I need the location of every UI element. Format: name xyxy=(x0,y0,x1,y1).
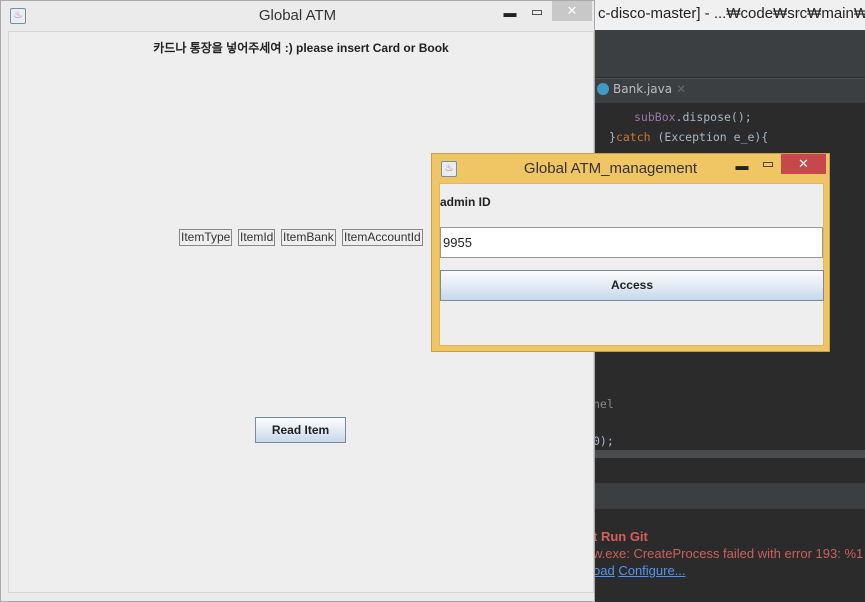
code-fragment: nel xyxy=(593,397,614,411)
dialog-panel: admin ID 9955 Access xyxy=(439,183,824,346)
class-icon xyxy=(597,83,609,95)
ide-panel-header xyxy=(593,483,865,509)
item-bank-label: ItemBank xyxy=(281,229,336,246)
access-button[interactable]: Access xyxy=(440,270,824,301)
close-button[interactable]: ✕ xyxy=(781,154,826,174)
maximize-button[interactable]: ▭ xyxy=(525,4,549,20)
insert-prompt: 카드나 통장을 넣어주세여 :) please insert Card or B… xyxy=(153,41,449,55)
title-bar: ♨ Global ATM ▬ ▭ ✕ xyxy=(1,1,594,31)
code-line: }catch (Exception e_e){ xyxy=(593,130,768,144)
load-link[interactable]: oad xyxy=(593,563,615,578)
error-message: w.exe: CreateProcess failed with error 1… xyxy=(593,546,864,561)
close-button[interactable]: ✕ xyxy=(552,1,592,21)
minimize-button[interactable]: ▬ xyxy=(732,158,752,173)
code-fragment: 0); xyxy=(593,434,614,448)
minimize-button[interactable]: ▬ xyxy=(499,5,521,20)
close-tab-icon[interactable]: ✕ xyxy=(676,82,686,96)
admin-id-label: admin ID xyxy=(440,195,491,209)
maximize-button[interactable]: ▭ xyxy=(757,156,779,172)
ide-toolbar xyxy=(593,30,865,78)
tab-label: Bank.java xyxy=(613,82,673,96)
tab-bank-java[interactable]: Bank.java ✕ xyxy=(597,82,686,96)
code-line: subBox.dispose(); xyxy=(593,110,752,124)
ide-title: c-disco-master] - ...₩code₩src₩main₩ja xyxy=(593,0,865,30)
item-type-label: ItemType xyxy=(179,229,233,246)
ide-tab-bar: Bank.java ✕ xyxy=(593,78,865,103)
item-id-label: ItemId xyxy=(238,229,276,246)
code-token: catch xyxy=(615,130,651,144)
configure-link[interactable]: Configure... xyxy=(618,563,685,578)
item-account-id-label: ItemAccountId xyxy=(342,229,423,246)
code-token: (Exception e_e){ xyxy=(650,130,769,144)
code-token: subBox xyxy=(634,110,676,124)
read-item-button[interactable]: Read Item xyxy=(255,417,346,443)
management-dialog: ♨ Global ATM_management ▬ ▭ ✕ admin ID 9… xyxy=(431,153,830,352)
code-token: } xyxy=(609,130,616,144)
code-token: .dispose(); xyxy=(675,110,752,124)
admin-id-input[interactable]: 9955 xyxy=(440,227,823,258)
divider xyxy=(593,450,865,458)
error-title: t Run Git xyxy=(593,529,648,544)
